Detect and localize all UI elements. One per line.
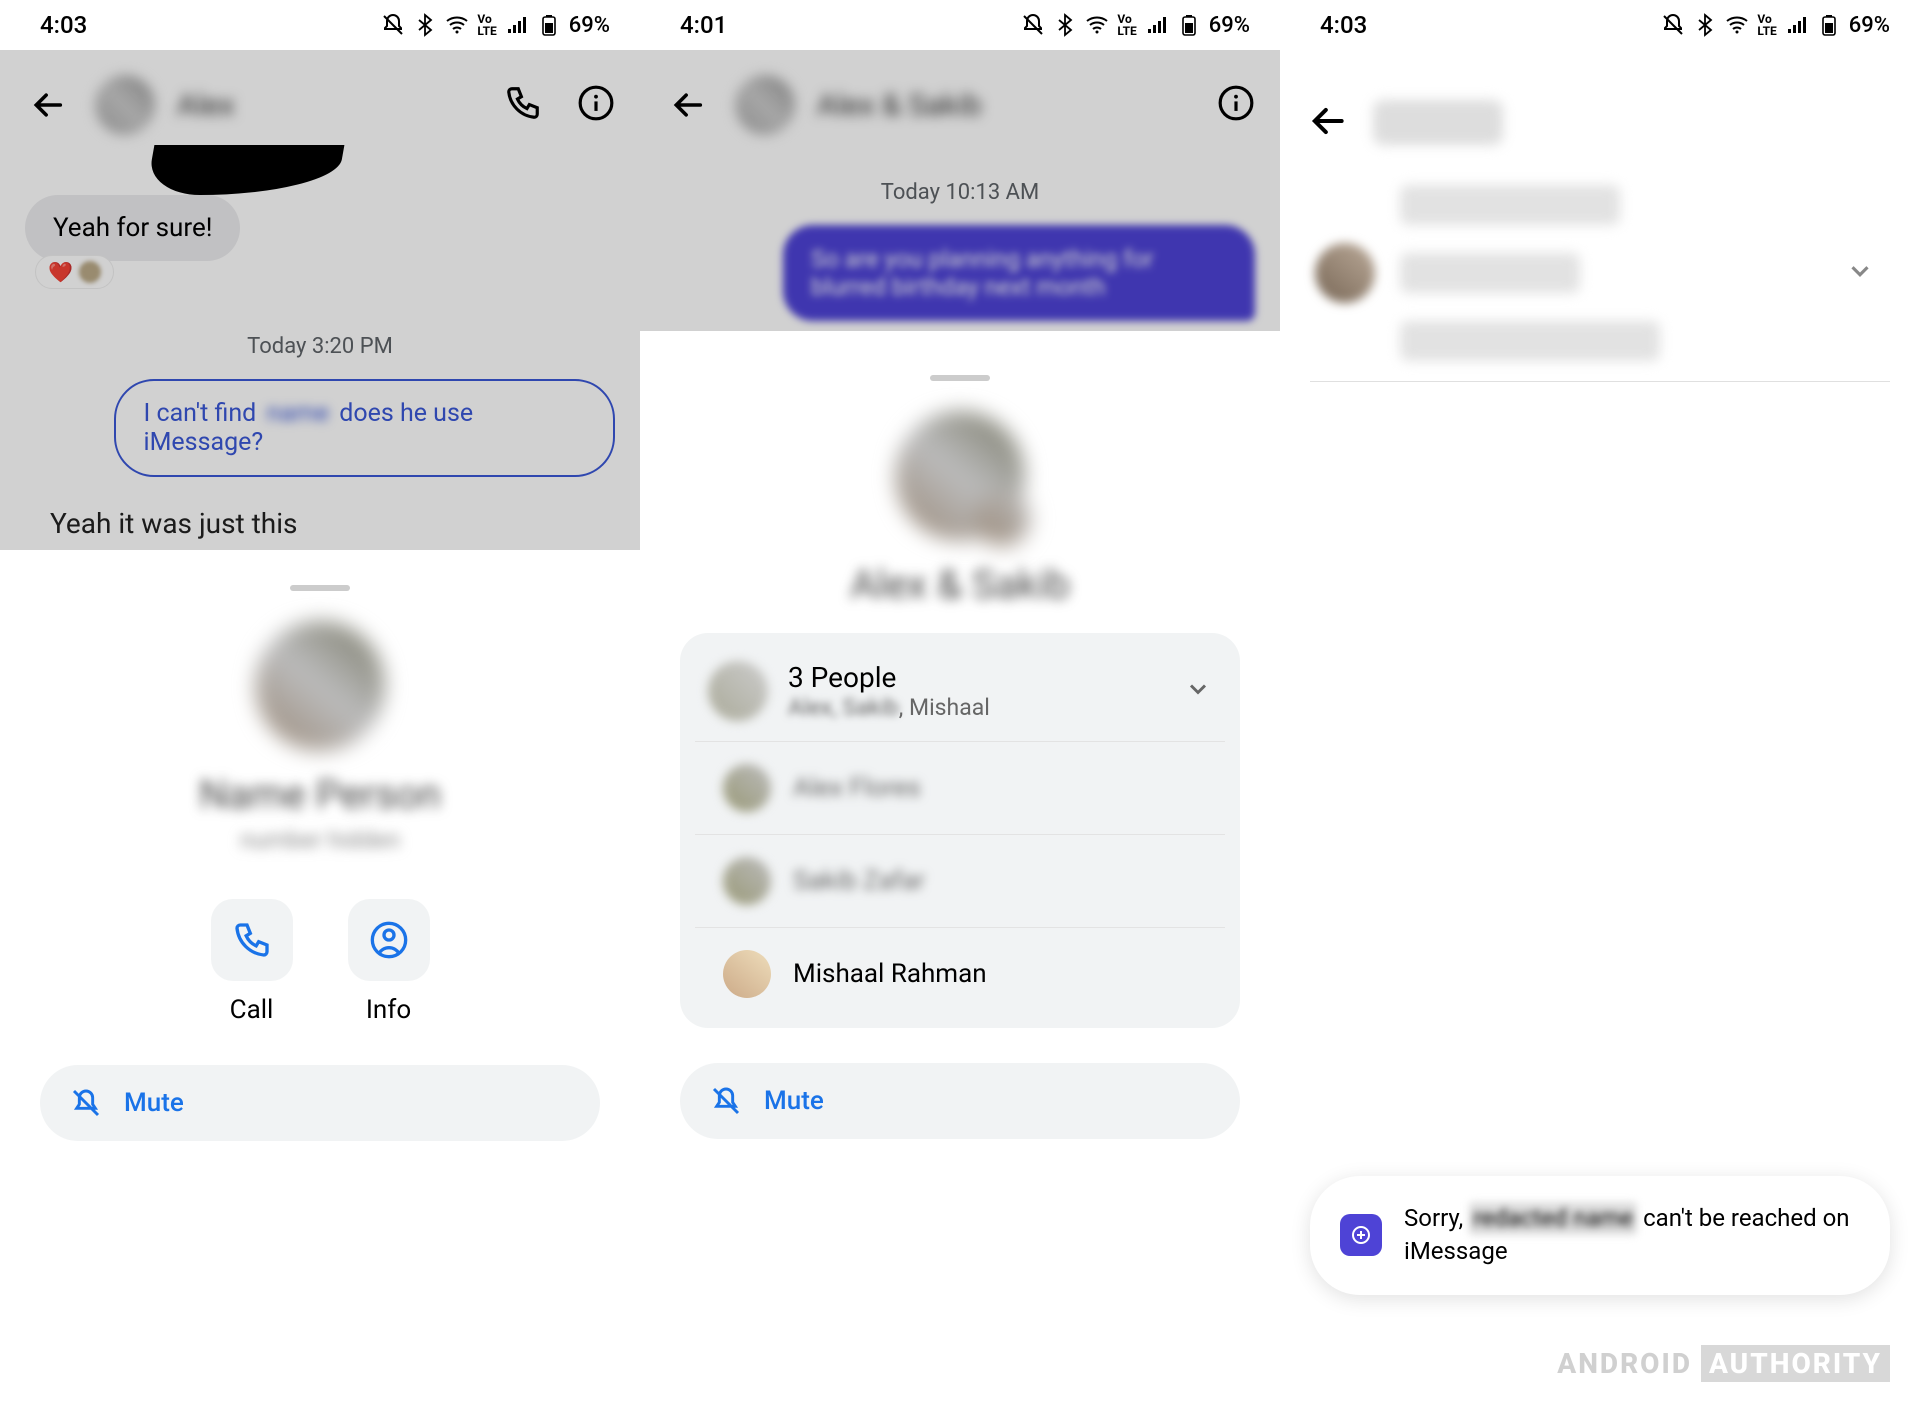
status-icons: VoLTE 69%: [1661, 13, 1890, 38]
chevron-down-icon: [1184, 675, 1212, 703]
battery-icon: [1817, 13, 1841, 37]
redacted-line: [1400, 321, 1660, 361]
group-avatar-large[interactable]: [895, 411, 1025, 541]
toast-text: Sorry, redacted name can't be reached on…: [1404, 1202, 1860, 1269]
dim-overlay[interactable]: [640, 50, 1280, 331]
beeper-app-icon: [1340, 1214, 1382, 1256]
bluetooth-icon: [1053, 13, 1077, 37]
info-label: Info: [348, 995, 430, 1025]
group-avatar-small: [708, 661, 768, 721]
status-icons: VoLTE 69%: [381, 13, 610, 38]
bell-off-icon: [1021, 13, 1045, 37]
bell-off-icon: [1661, 13, 1685, 37]
bell-off-icon: [70, 1087, 102, 1119]
mute-button[interactable]: Mute: [680, 1063, 1240, 1139]
person-row[interactable]: Alex Flores: [695, 741, 1225, 834]
mute-label: Mute: [764, 1086, 824, 1116]
call-label: Call: [211, 995, 293, 1025]
phone-icon: [232, 920, 272, 960]
status-bar: 4:03 VoLTE 69%: [1280, 0, 1920, 50]
header-row: [1310, 100, 1890, 145]
expand-people[interactable]: [1184, 675, 1212, 707]
bluetooth-icon: [1693, 13, 1717, 37]
watermark: ANDROID AUTHORITY: [1557, 1347, 1890, 1380]
screenshot-3: 4:03 VoLTE 69%: [1280, 0, 1920, 1425]
clock: 4:01: [680, 11, 727, 39]
bell-off-icon: [381, 13, 405, 37]
status-icons: VoLTE 69%: [1021, 13, 1250, 38]
sheet-contact-sub: number hidden: [0, 826, 640, 854]
call-action[interactable]: Call: [211, 899, 293, 1025]
person-name: Mishaal Rahman: [793, 959, 987, 989]
battery-percent: 69%: [1849, 13, 1890, 38]
redacted-title: [1373, 100, 1503, 145]
battery-percent: 69%: [1209, 13, 1250, 38]
people-names: Alex, Sakib, Mishaal: [788, 694, 990, 721]
sheet-handle[interactable]: [930, 375, 990, 381]
signal-icon: [1145, 13, 1169, 37]
clock: 4:03: [40, 11, 87, 39]
divider: [1310, 381, 1890, 382]
chevron-down-icon: [1845, 256, 1875, 286]
clock: 4:03: [1320, 11, 1367, 39]
battery-percent: 69%: [569, 13, 610, 38]
person-avatar: [723, 857, 771, 905]
action-row: Call Info: [0, 899, 640, 1025]
back-arrow-icon: [1310, 102, 1348, 140]
status-bar: 4:03 VoLTE 69%: [0, 0, 640, 50]
person-name: Alex Flores: [793, 773, 921, 803]
volte-icon: VoLTE: [1757, 13, 1776, 37]
mute-label: Mute: [124, 1088, 184, 1118]
contact-sheet: Name Person number hidden Call Info Mute: [0, 560, 640, 1425]
sheet-handle[interactable]: [290, 585, 350, 591]
status-bar: 4:01 VoLTE 69%: [640, 0, 1280, 50]
group-name-large: Alex & Sakib: [640, 561, 1280, 608]
person-icon: [369, 920, 409, 960]
signal-icon: [1785, 13, 1809, 37]
redacted-line: [1400, 253, 1580, 293]
info-action[interactable]: Info: [348, 899, 430, 1025]
contact-avatar: [1315, 243, 1375, 303]
battery-icon: [537, 13, 561, 37]
person-row[interactable]: Sakib Zafar: [695, 834, 1225, 927]
battery-icon: [1177, 13, 1201, 37]
wifi-icon: [445, 13, 469, 37]
bell-off-icon: [710, 1085, 742, 1117]
person-avatar: [723, 950, 771, 998]
expand-contact[interactable]: [1845, 256, 1890, 290]
group-sheet: Alex & Sakib 3 People Alex, Sakib, Misha…: [640, 350, 1280, 1425]
wifi-icon: [1725, 13, 1749, 37]
sheet-contact-name: Name Person: [0, 771, 640, 818]
screenshot-2: 4:01 VoLTE 69% Alex & Sakib Today 10:13 …: [640, 0, 1280, 1425]
contact-picker-row[interactable]: [1310, 185, 1890, 361]
dim-overlay[interactable]: [0, 50, 640, 550]
volte-icon: VoLTE: [1117, 13, 1136, 37]
people-count: 3 People: [788, 661, 990, 694]
sheet-avatar[interactable]: [255, 621, 385, 751]
redacted-list: [1400, 185, 1660, 361]
error-toast[interactable]: Sorry, redacted name can't be reached on…: [1310, 1176, 1890, 1295]
person-row[interactable]: Mishaal Rahman: [695, 927, 1225, 1020]
wifi-icon: [1085, 13, 1109, 37]
volte-icon: VoLTE: [477, 13, 496, 37]
mute-button[interactable]: Mute: [40, 1065, 600, 1141]
person-name: Sakib Zafar: [793, 866, 925, 896]
person-avatar: [723, 764, 771, 812]
screenshot-1: 4:03 VoLTE 69% Alex Yeah for sure!: [0, 0, 640, 1425]
signal-icon: [505, 13, 529, 37]
bluetooth-icon: [413, 13, 437, 37]
redacted-line: [1400, 185, 1620, 225]
people-card: 3 People Alex, Sakib, Mishaal Alex Flore…: [680, 633, 1240, 1028]
new-message-screen: [1280, 50, 1920, 432]
back-button[interactable]: [1310, 102, 1348, 144]
people-header[interactable]: 3 People Alex, Sakib, Mishaal: [680, 641, 1240, 741]
